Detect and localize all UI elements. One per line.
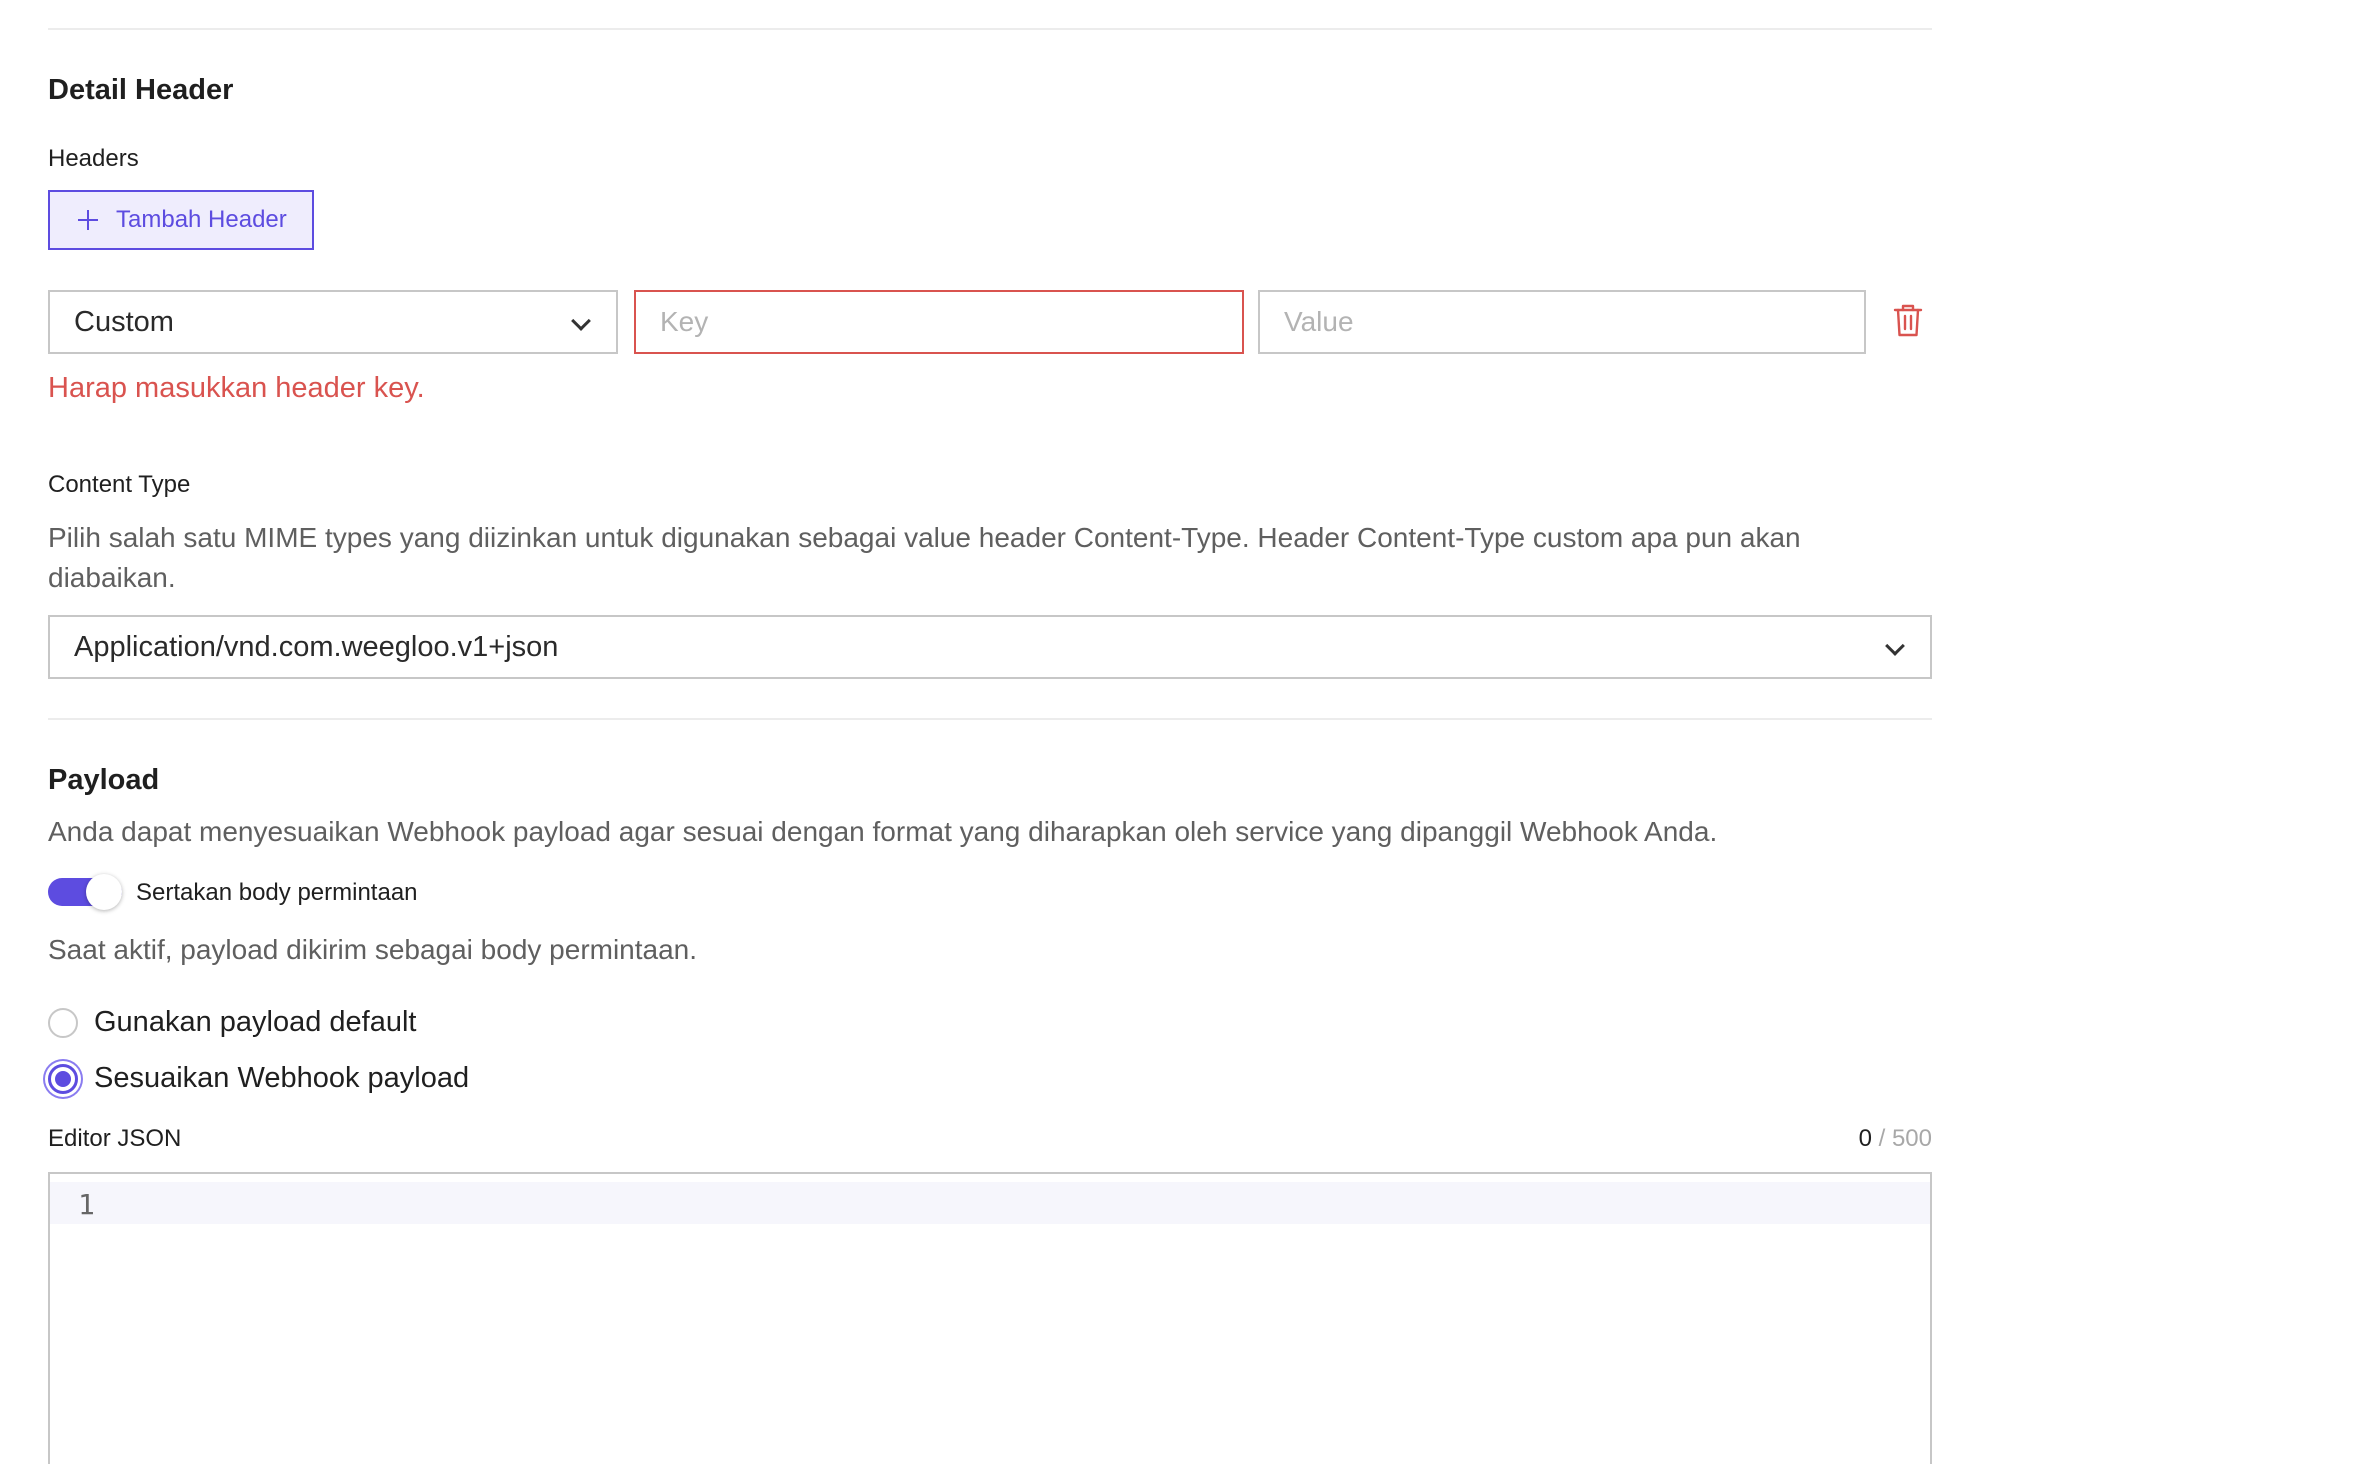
- headers-label: Headers: [48, 145, 139, 172]
- add-header-button[interactable]: Tambah Header: [48, 190, 314, 250]
- webhook-settings-page: Detail Header Headers Tambah Header Cust…: [0, 0, 2360, 1464]
- top-divider: [48, 28, 1932, 30]
- include-body-label: Sertakan body permintaan: [136, 879, 418, 906]
- add-header-label: Tambah Header: [116, 206, 287, 233]
- radio-default-label: Gunakan payload default: [94, 1006, 417, 1038]
- radio-button[interactable]: [48, 1007, 78, 1038]
- radio-custom-label: Sesuaikan Webhook payload: [94, 1062, 470, 1094]
- chevron-down-icon: [1885, 636, 1905, 656]
- character-counter: 0 / 500: [1859, 1124, 1932, 1154]
- chevron-down-icon: [571, 311, 591, 331]
- payload-description: Anda dapat menyesuaikan Webhook payload …: [48, 816, 1718, 847]
- detail-header-title: Detail Header: [48, 74, 234, 106]
- editor-active-line: [50, 1182, 1930, 1224]
- radio-default-payload[interactable]: Gunakan payload default: [48, 1006, 416, 1039]
- trash-icon[interactable]: [1892, 302, 1924, 338]
- header-key-error: Harap masukkan header key.: [48, 372, 425, 404]
- payload-title: Payload: [48, 764, 160, 796]
- content-type-select[interactable]: Application/vnd.com.weegloo.v1+json: [48, 615, 1932, 679]
- header-value-input[interactable]: [1258, 290, 1866, 354]
- plus-icon: [78, 210, 98, 230]
- include-body-toggle[interactable]: [48, 874, 122, 910]
- include-body-description: Saat aktif, payload dikirim sebagai body…: [48, 934, 698, 965]
- json-editor[interactable]: 1: [48, 1172, 1932, 1464]
- json-editor-label: Editor JSON: [48, 1125, 182, 1152]
- header-type-select[interactable]: Custom: [48, 290, 618, 354]
- header-key-input[interactable]: [634, 290, 1244, 354]
- line-number: 1: [78, 1188, 95, 1221]
- character-count: 0: [1858, 1125, 1872, 1152]
- radio-button-checked[interactable]: [48, 1063, 78, 1094]
- header-type-value: Custom: [74, 305, 174, 338]
- character-max: / 500: [1878, 1125, 1932, 1152]
- section-divider: [48, 718, 1932, 720]
- content-type-label: Content Type: [48, 471, 191, 498]
- content-type-value: Application/vnd.com.weegloo.v1+json: [74, 630, 559, 663]
- toggle-knob: [86, 874, 122, 910]
- content-type-description: Pilih salah satu MIME types yang diizink…: [48, 522, 1801, 593]
- radio-custom-payload[interactable]: Sesuaikan Webhook payload: [48, 1062, 469, 1095]
